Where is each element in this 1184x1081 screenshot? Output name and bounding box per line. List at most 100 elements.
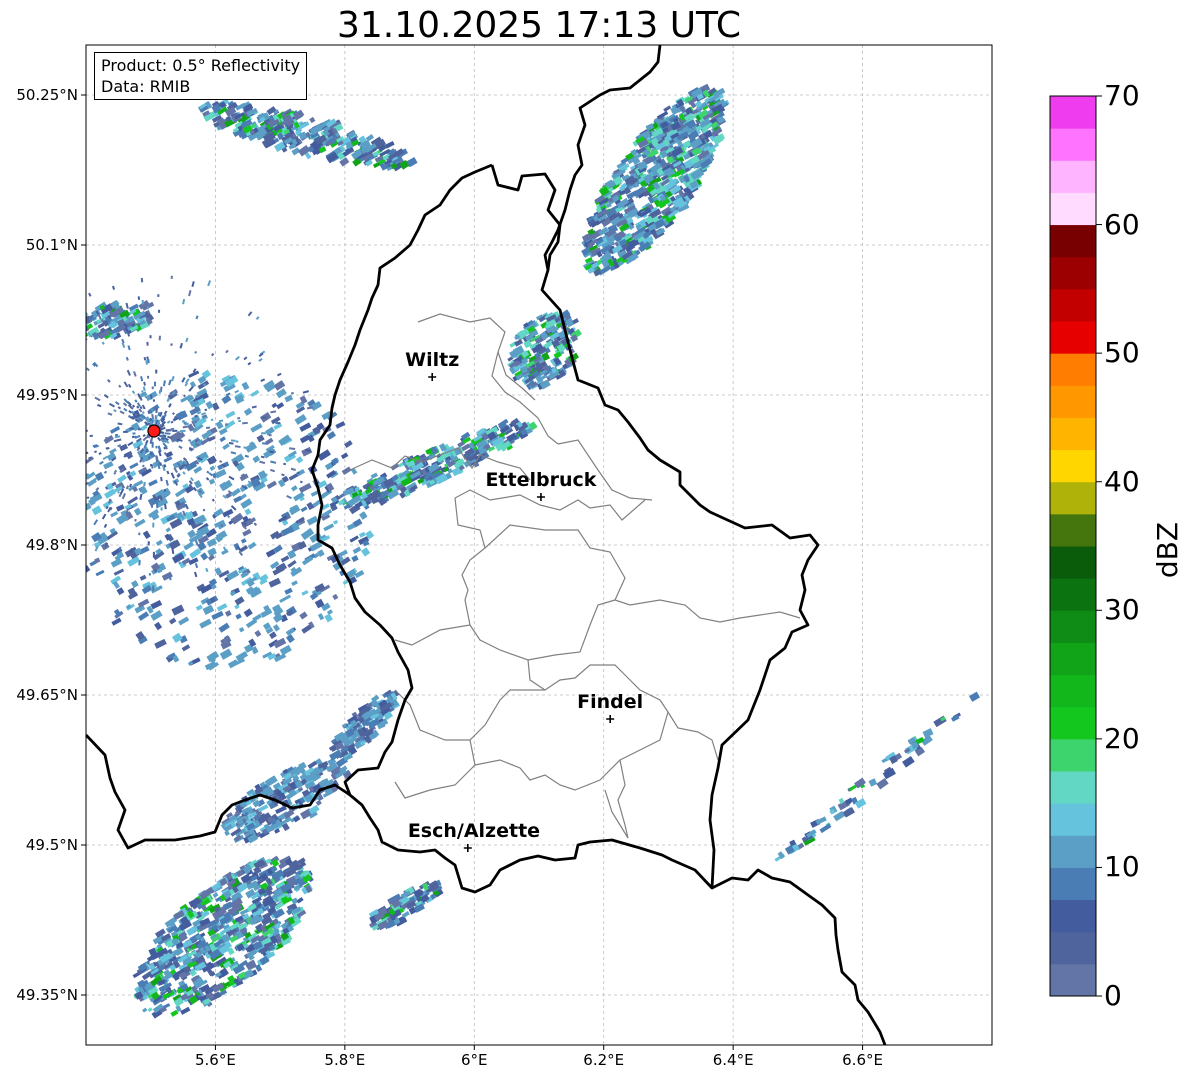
lat-tick-label: 49.65°N [16,686,78,704]
city-label: Findel [577,691,644,713]
colorbar-bin [1050,642,1096,676]
lat-tick-label: 49.35°N [16,986,78,1004]
echo-speckle [51,339,55,343]
echo-speckle [38,448,44,451]
echo-speckle [114,433,119,437]
colorbar-bin [1050,706,1096,740]
colorbar-bin [1050,835,1096,868]
city-label: Ettelbruck [485,469,597,491]
colorbar [1049,95,1102,997]
colorbar-unit-label: dBZ [1151,521,1184,579]
echo-speckle [137,296,141,300]
colorbar-bin [1050,288,1096,322]
echo-speckle [56,489,60,493]
colorbar-bin [1050,931,1096,965]
radar-map[interactable] [0,0,1184,1081]
echo-speckle [73,490,77,494]
lat-tick-label: 49.8°N [25,536,78,554]
colorbar-bin [1050,353,1096,386]
echo-speckle [238,419,242,423]
colorbar-bin [1050,385,1096,418]
echo-speckle [151,441,154,448]
echo-speckle [170,275,173,280]
echo-speckle [42,472,47,475]
colorbar-bin [1050,481,1096,515]
echo-speckle [26,436,28,438]
echo-speckle [268,434,272,437]
lat-tick-label: 49.95°N [16,386,78,404]
colorbar-bin [1050,449,1096,483]
echo-cell [73,514,81,521]
colorbar-bin [1050,513,1096,547]
colorbar-tick-label: 40 [1104,464,1140,498]
echo-speckle [72,343,75,346]
echo-cell [86,323,87,332]
lon-tick-label: 6.4°E [712,1051,754,1069]
echo-speckle [147,317,150,322]
echo-speckle [61,437,67,439]
echo-speckle [50,371,54,374]
echo-speckle [206,426,211,429]
echo-speckle [57,423,62,425]
colorbar-bin [1050,610,1096,643]
colorbar-tick-label: 0 [1104,979,1122,1012]
echo-speckle [158,335,161,341]
colorbar-bin [1050,578,1096,611]
echo-speckle [275,421,278,424]
echo-speckle [37,463,43,466]
echo-speckle [56,465,59,468]
lat-tick-label: 49.5°N [25,836,78,854]
echo-speckle [19,414,24,416]
echo-speckle [138,532,141,536]
echo-speckle [158,309,161,313]
echo-speckle [25,415,29,417]
echo-speckle [225,423,228,426]
radar-site-marker[interactable] [147,424,161,438]
echo-speckle [129,427,135,430]
echo-speckle [152,522,155,528]
echo-speckle [150,463,153,467]
colorbar-tick-label: 10 [1104,850,1140,884]
colorbar-bin [1050,160,1096,193]
echo-speckle [82,313,85,317]
echo-speckle [151,502,154,508]
echo-speckle [9,483,12,486]
product-text: Product: 0.5° Reflectivity [101,56,301,75]
lat-tick-label: 50.25°N [16,86,78,104]
echo-speckle [68,312,73,318]
echo-speckle [14,370,19,373]
echo-speckle [123,430,128,434]
echo-speckle [74,471,80,475]
echo-speckle [46,413,51,416]
colorbar-bin [1050,867,1096,901]
echo-speckle [151,386,154,390]
lon-tick-label: 6.2°E [583,1051,625,1069]
echo-speckle [172,429,178,432]
echo-speckle [72,381,76,384]
echo-speckle [63,523,67,527]
echo-speckle [141,299,144,305]
echo-speckle [61,356,67,361]
echo-speckle [72,513,77,518]
echo-speckle [154,569,157,573]
colorbar-bin [1050,803,1096,836]
colorbar-bin [1050,674,1096,708]
lon-tick-label: 5.8°E [324,1051,366,1069]
echo-speckle [2,428,7,430]
echo-speckle [59,307,62,310]
echo-speckle [146,375,150,379]
echo-speckle [37,366,42,370]
lon-tick-label: 6.6°E [842,1051,883,1069]
echo-cell [74,329,79,334]
colorbar-bin [1050,224,1096,258]
echo-speckle [146,341,149,346]
echo-speckle [137,428,142,431]
echo-cell [72,328,77,333]
radar-site-dot[interactable] [147,424,161,438]
lat-tick-label: 50.1°N [25,236,78,254]
echo-speckle [20,476,23,479]
city-label: Esch/Alzette [407,820,541,842]
echo-speckle [76,494,81,499]
echo-speckle [157,294,160,297]
echo-speckle [156,503,159,509]
